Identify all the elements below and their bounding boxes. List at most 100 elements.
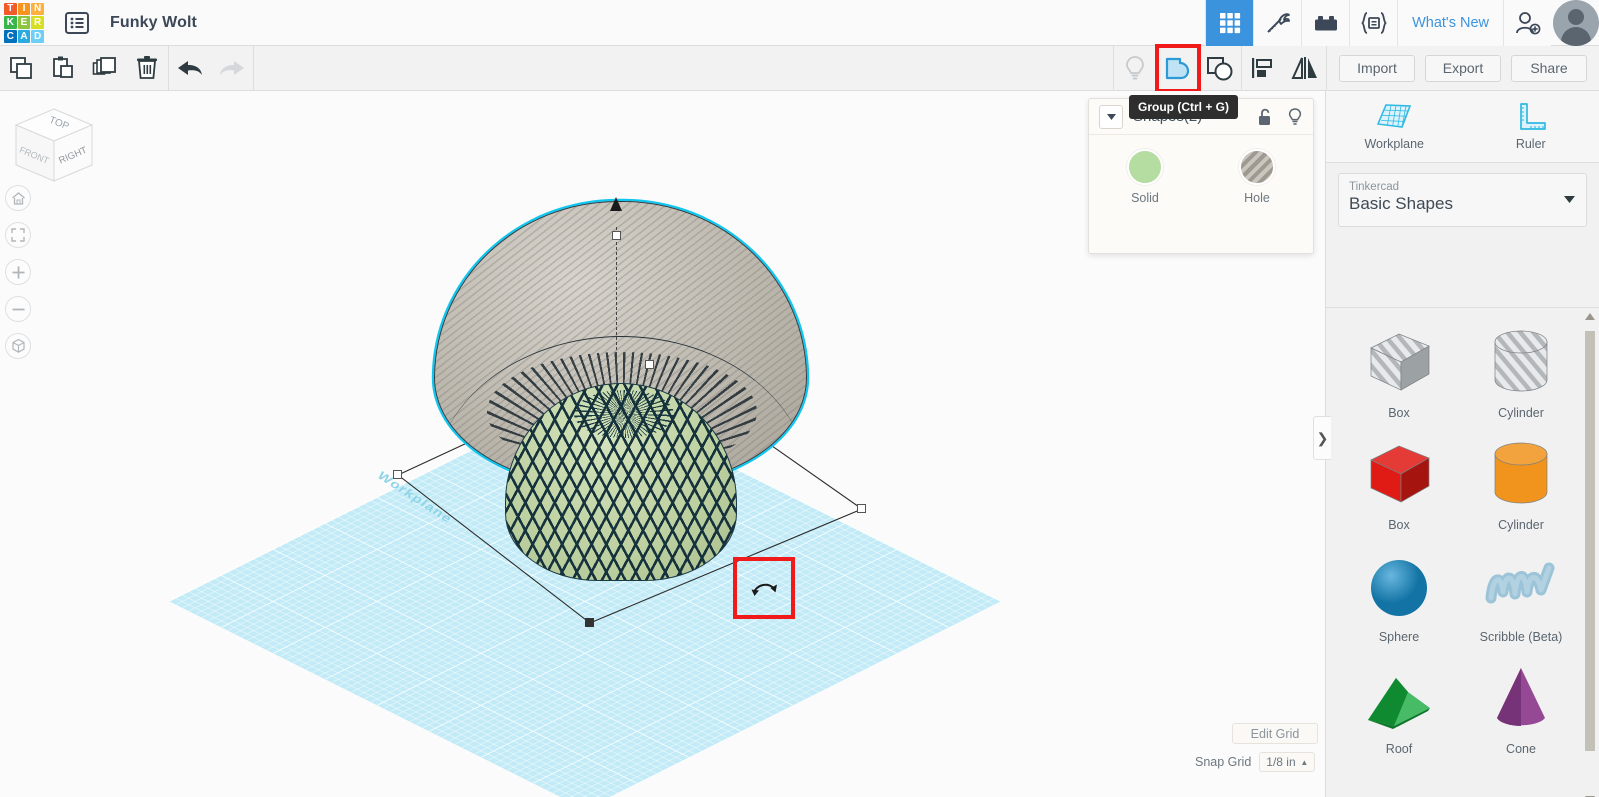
redo-button[interactable]: [211, 46, 253, 91]
import-button[interactable]: Import: [1339, 54, 1415, 82]
shapes-scrollbar[interactable]: [1585, 313, 1595, 797]
align-button[interactable]: [1242, 46, 1284, 91]
snap-grid-label: Snap Grid: [1195, 755, 1252, 769]
chevron-down-icon: [1564, 196, 1575, 203]
group-button-tooltip: Group (Ctrl + G): [1129, 95, 1238, 119]
codeblocks-hammer-icon[interactable]: [1253, 0, 1302, 46]
shape-box-red-art: [1338, 434, 1460, 510]
shape-sphere-blue-art: [1338, 546, 1460, 622]
shape-box-hole-art: [1338, 322, 1460, 398]
vertical-axis-line: [616, 227, 617, 365]
shape-roof-green-art: [1338, 658, 1460, 734]
whats-new-link[interactable]: What's New: [1397, 0, 1503, 46]
shape-sphere-blue[interactable]: Sphere: [1338, 546, 1460, 650]
group-button[interactable]: [1155, 43, 1201, 93]
solid-label: Solid: [1131, 191, 1159, 205]
mirror-button[interactable]: [1284, 46, 1326, 91]
hole-label: Hole: [1244, 191, 1270, 205]
chevron-down-icon[interactable]: [1099, 104, 1123, 129]
workplane-tool[interactable]: Workplane: [1326, 91, 1463, 162]
notes-lightbulb-button[interactable]: [1114, 46, 1156, 91]
avatar-head: [1568, 8, 1584, 25]
shape-scribble[interactable]: Scribble (Beta): [1460, 546, 1582, 650]
add-person-icon[interactable]: [1503, 0, 1551, 46]
selection-handle-right[interactable]: [857, 504, 866, 513]
selection-handle-left[interactable]: [393, 470, 402, 479]
view-cube[interactable]: TOP FRONT RIGHT: [8, 103, 100, 195]
hole-option[interactable]: Hole: [1239, 149, 1275, 205]
projection-toggle-button[interactable]: [5, 333, 31, 359]
shapes-grid: Box Cylinder Box Cylinder Sphere Scribbl…: [1326, 308, 1599, 797]
undo-button[interactable]: [169, 46, 211, 91]
duplicate-button[interactable]: [84, 46, 126, 91]
selection-handle-bottom[interactable]: [585, 618, 594, 627]
shape-cylinder-hole[interactable]: Cylinder: [1460, 322, 1582, 426]
ruler-tool[interactable]: Ruler: [1463, 91, 1599, 162]
fit-to-view-button[interactable]: [5, 222, 31, 248]
shape-text-red[interactable]: TEXT: [1460, 770, 1582, 797]
paste-button[interactable]: [42, 46, 84, 91]
tinkercad-logo[interactable]: TIN KER CAD: [2, 1, 46, 45]
chevron-right-icon[interactable]: ❯: [1313, 416, 1331, 460]
logo-tile-t: T: [4, 2, 17, 16]
hole-swatch: [1239, 149, 1275, 185]
shape-box-hole-label: Box: [1388, 406, 1410, 420]
home-view-button[interactable]: [5, 185, 31, 211]
zoom-out-button[interactable]: [5, 296, 31, 322]
logo-tile-d: D: [31, 29, 44, 43]
shape-cylinder-orange[interactable]: Cylinder: [1460, 434, 1582, 538]
shape-halfcylinder-teal[interactable]: [1338, 770, 1460, 797]
copy-button[interactable]: [0, 46, 42, 91]
rotate-handle[interactable]: [733, 557, 795, 619]
delete-button[interactable]: [126, 46, 168, 91]
topbar-right-group: What's New: [1205, 0, 1599, 46]
solid-option[interactable]: Solid: [1127, 149, 1163, 205]
zoom-in-button[interactable]: [5, 259, 31, 285]
unlock-icon[interactable]: [1257, 108, 1273, 126]
shape-halfcylinder-teal-art: [1338, 770, 1460, 797]
shape-roof-green[interactable]: Roof: [1338, 658, 1460, 762]
mesh-top-swirl: [574, 390, 674, 438]
brick-icon[interactable]: [1301, 0, 1350, 46]
shape-cylinder-hole-label: Cylinder: [1498, 406, 1544, 420]
avatar[interactable]: [1553, 0, 1599, 46]
shape-cone-purple-label: Cone: [1506, 742, 1536, 756]
height-handle-arrow[interactable]: [610, 197, 622, 211]
center-handle[interactable]: [645, 360, 654, 369]
edit-grid-button[interactable]: Edit Grid: [1232, 723, 1318, 744]
ungroup-button[interactable]: [1199, 46, 1241, 91]
shape-scribble-art: [1460, 546, 1582, 622]
shape-library-select[interactable]: Tinkercad Basic Shapes: [1338, 173, 1587, 227]
shape-cylinder-hole-art: [1460, 322, 1582, 398]
library-value: Basic Shapes: [1349, 194, 1453, 213]
shape-cone-purple[interactable]: Cone: [1460, 658, 1582, 762]
shape-sphere-blue-label: Sphere: [1378, 630, 1420, 644]
scrollbar-thumb[interactable]: [1585, 331, 1595, 751]
history-tools: [169, 46, 253, 91]
snap-grid-select[interactable]: 1/8 in ▲: [1259, 752, 1316, 772]
edit-toolbar: Import Export Share: [0, 43, 1599, 93]
library-select-wrap: Tinkercad Basic Shapes: [1326, 163, 1599, 239]
codeblocks-icon[interactable]: [1349, 0, 1398, 46]
file-action-buttons: Import Export Share: [1327, 54, 1599, 82]
designs-list-icon[interactable]: [60, 6, 94, 40]
shapes-grid-container[interactable]: Box Cylinder Box Cylinder Sphere Scribbl…: [1326, 307, 1599, 797]
share-button[interactable]: Share: [1511, 54, 1587, 82]
snap-grid-value: 1/8 in: [1266, 755, 1296, 769]
grid-apps-icon[interactable]: [1205, 0, 1254, 46]
library-group-label: Tinkercad: [1349, 181, 1400, 193]
logo-tile-a: A: [17, 29, 31, 43]
ruler-icon: [1515, 102, 1547, 132]
logo-tile-n: N: [31, 2, 44, 16]
height-handle[interactable]: [612, 231, 621, 240]
caret-up-icon: ▲: [1300, 757, 1309, 767]
avatar-body: [1561, 26, 1591, 46]
shape-box-red[interactable]: Box: [1338, 434, 1460, 538]
export-button[interactable]: Export: [1425, 54, 1501, 82]
object-tools: Import Export Share: [1113, 43, 1599, 93]
lightbulb-icon[interactable]: [1287, 107, 1303, 126]
logo-tile-e: E: [17, 16, 31, 29]
shape-box-hole[interactable]: Box: [1338, 322, 1460, 426]
document-title[interactable]: Funky Wolt: [110, 14, 197, 32]
caret-up-icon[interactable]: [1585, 313, 1595, 320]
